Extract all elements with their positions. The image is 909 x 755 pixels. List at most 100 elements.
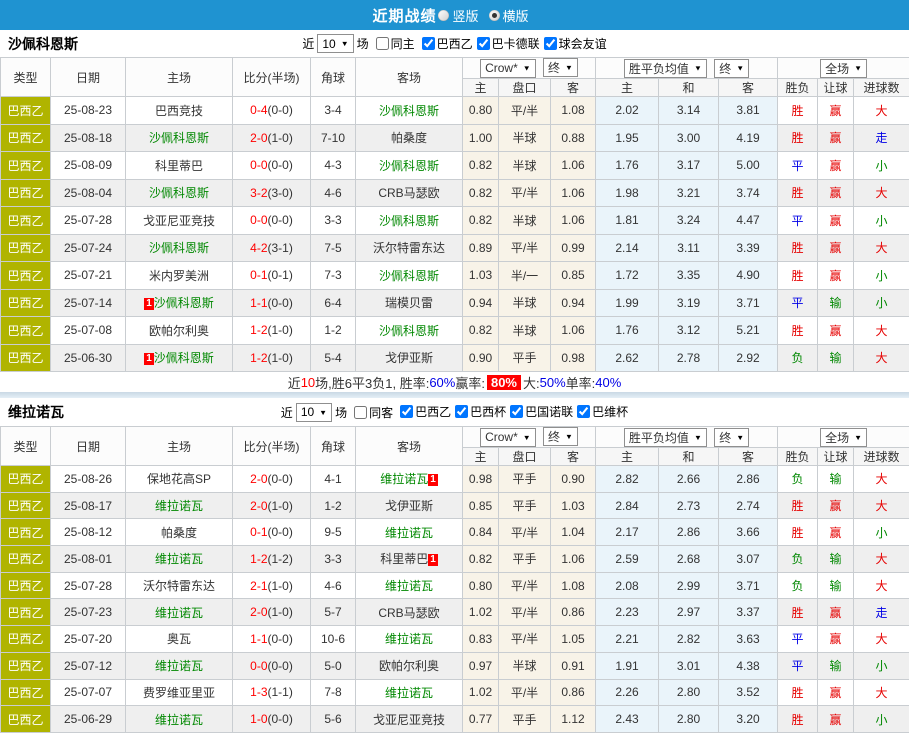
home-team-name[interactable]: 沙佩科恩斯	[149, 131, 209, 145]
away-team-name[interactable]: 科里蒂巴	[380, 552, 428, 566]
league-type-cell: 巴西乙	[1, 652, 51, 679]
checkbox[interactable]	[422, 37, 435, 50]
scope-select[interactable]: 全场▼	[820, 59, 867, 78]
result-cell: 胜	[778, 317, 818, 345]
handicap-cell: 半球	[499, 652, 551, 679]
handicap-result-cell: 输	[818, 652, 854, 679]
home-team-name[interactable]: 欧帕尔利奥	[149, 324, 209, 338]
league-filter-checkbox[interactable]: 巴卡德联	[473, 35, 540, 52]
avg-type-select[interactable]: 胜平负均值▼	[624, 428, 707, 447]
checkbox[interactable]	[455, 405, 468, 418]
scope-select[interactable]: 全场▼	[820, 428, 867, 447]
vertical-layout-label[interactable]: 竖版	[452, 6, 478, 25]
away-team-name[interactable]: 帕桑度	[391, 131, 427, 145]
home-team-name[interactable]: 维拉诺瓦	[155, 552, 203, 566]
league-filter-checkbox[interactable]: 巴西乙	[418, 35, 473, 52]
checkbox[interactable]	[400, 405, 413, 418]
odds-away-cell: 1.06	[551, 152, 596, 180]
vertical-layout-radio[interactable]	[438, 10, 449, 21]
score-cell: 1-1(0-0)	[233, 626, 311, 653]
home-team-cell: 维拉诺瓦	[126, 492, 233, 519]
away-team-name[interactable]: 沙佩科恩斯	[379, 269, 439, 283]
home-team-cell: 维拉诺瓦	[126, 706, 233, 733]
away-team-name[interactable]: 戈伊亚斯	[385, 499, 433, 513]
league-filter-checkbox[interactable]: 巴维杯	[573, 403, 628, 420]
home-team-name[interactable]: 沙佩科恩斯	[149, 241, 209, 255]
handicap-result-cell: 输	[818, 289, 854, 317]
home-team-name[interactable]: 戈亚尼亚竞技	[143, 214, 215, 228]
away-team-name[interactable]: CRB马瑟欧	[378, 606, 439, 620]
league-filter-label: 球会友谊	[559, 35, 607, 52]
away-team-name[interactable]: 维拉诺瓦	[385, 632, 433, 646]
checkbox[interactable]	[544, 37, 557, 50]
same-away-checkbox[interactable]: 同客	[350, 404, 393, 421]
odds-away-cell: 0.98	[551, 344, 596, 372]
home-team-name[interactable]: 沃尔特雷东达	[143, 579, 215, 593]
away-team-name[interactable]: CRB马瑟欧	[378, 186, 439, 200]
horizontal-layout-label[interactable]: 横版	[503, 6, 529, 25]
away-team-name[interactable]: 沙佩科恩斯	[379, 214, 439, 228]
away-team-name[interactable]: 沙佩科恩斯	[379, 324, 439, 338]
away-team-name[interactable]: 维拉诺瓦	[385, 579, 433, 593]
recent-count-select[interactable]: 10 ▼	[317, 34, 353, 53]
home-team-name[interactable]: 奥瓦	[167, 632, 191, 646]
odds-home-cell: 0.82	[463, 207, 499, 235]
league-type-cell: 巴西乙	[1, 572, 51, 599]
home-team-name[interactable]: 维拉诺瓦	[155, 713, 203, 727]
home-team-name[interactable]: 费罗维亚里亚	[143, 686, 215, 700]
avg-final-select[interactable]: 终▼	[714, 428, 749, 447]
home-team-name[interactable]: 沙佩科恩斯	[154, 296, 214, 310]
checkbox[interactable]	[477, 37, 490, 50]
checkbox[interactable]	[510, 405, 523, 418]
avg-group-header: 胜平负均值▼ 终▼	[596, 427, 778, 448]
checkbox[interactable]	[577, 405, 590, 418]
away-team-name[interactable]: 沙佩科恩斯	[379, 159, 439, 173]
full-time-score: 2-0	[250, 472, 267, 486]
checkbox[interactable]	[354, 406, 367, 419]
score-cell: 1-2(1-0)	[233, 344, 311, 372]
odds-source-select[interactable]: Crow*▼	[480, 59, 536, 78]
home-team-name[interactable]: 科里蒂巴	[155, 159, 203, 173]
avg-final-select[interactable]: 终▼	[714, 59, 749, 78]
avg-draw-cell: 2.97	[659, 599, 719, 626]
home-team-cell: 米内罗美洲	[126, 262, 233, 290]
horizontal-layout-radio[interactable]	[489, 10, 500, 21]
handicap-result-cell: 输	[818, 344, 854, 372]
home-team-name[interactable]: 维拉诺瓦	[155, 499, 203, 513]
handicap-result-cell: 输	[818, 572, 854, 599]
home-team-name[interactable]: 沙佩科恩斯	[154, 351, 214, 365]
league-type-cell: 巴西乙	[1, 706, 51, 733]
match-row: 巴西乙25-06-301沙佩科恩斯1-2(1-0)5-4戈伊亚斯0.90平手0.…	[1, 344, 909, 372]
away-team-cell: 戈伊亚斯	[356, 344, 463, 372]
home-team-name[interactable]: 保地花高SP	[147, 472, 211, 486]
away-team-name[interactable]: 沙佩科恩斯	[379, 104, 439, 118]
result-cell: 胜	[778, 262, 818, 290]
home-team-name[interactable]: 维拉诺瓦	[155, 659, 203, 673]
recent-count-select[interactable]: 10 ▼	[296, 403, 332, 422]
odds-source-select[interactable]: Crow*▼	[480, 428, 536, 447]
same-home-checkbox[interactable]: 同主	[372, 35, 415, 52]
away-team-name[interactable]: 欧帕尔利奥	[379, 659, 439, 673]
away-team-name[interactable]: 瑞模贝雷	[385, 296, 433, 310]
home-team-name[interactable]: 沙佩科恩斯	[149, 186, 209, 200]
home-team-name[interactable]: 帕桑度	[161, 526, 197, 540]
recent-results-page: 近期战绩 竖版 横版 沙佩科恩斯 近 10 ▼ 场 同主 巴西乙巴卡德联球会友谊	[0, 0, 909, 733]
away-team-name[interactable]: 戈亚尼亚竞技	[373, 713, 445, 727]
away-team-name[interactable]: 维拉诺瓦	[385, 526, 433, 540]
checkbox[interactable]	[376, 37, 389, 50]
home-team-name[interactable]: 巴西竞技	[155, 104, 203, 118]
away-team-cell: 戈亚尼亚竞技	[356, 706, 463, 733]
league-filter-checkbox[interactable]: 巴国诺联	[506, 403, 573, 420]
away-team-name[interactable]: 维拉诺瓦	[385, 686, 433, 700]
league-filter-checkbox[interactable]: 巴西杯	[451, 403, 506, 420]
avg-type-select[interactable]: 胜平负均值▼	[624, 59, 707, 78]
league-filter-checkbox[interactable]: 巴西乙	[396, 403, 451, 420]
odds-final-select[interactable]: 终▼	[543, 58, 578, 77]
home-team-name[interactable]: 米内罗美洲	[149, 269, 209, 283]
league-filter-checkbox[interactable]: 球会友谊	[540, 35, 607, 52]
home-team-name[interactable]: 维拉诺瓦	[155, 606, 203, 620]
away-team-name[interactable]: 戈伊亚斯	[385, 351, 433, 365]
away-team-name[interactable]: 沃尔特雷东达	[373, 241, 445, 255]
away-team-name[interactable]: 维拉诺瓦	[380, 472, 428, 486]
odds-final-select[interactable]: 终▼	[543, 427, 578, 446]
